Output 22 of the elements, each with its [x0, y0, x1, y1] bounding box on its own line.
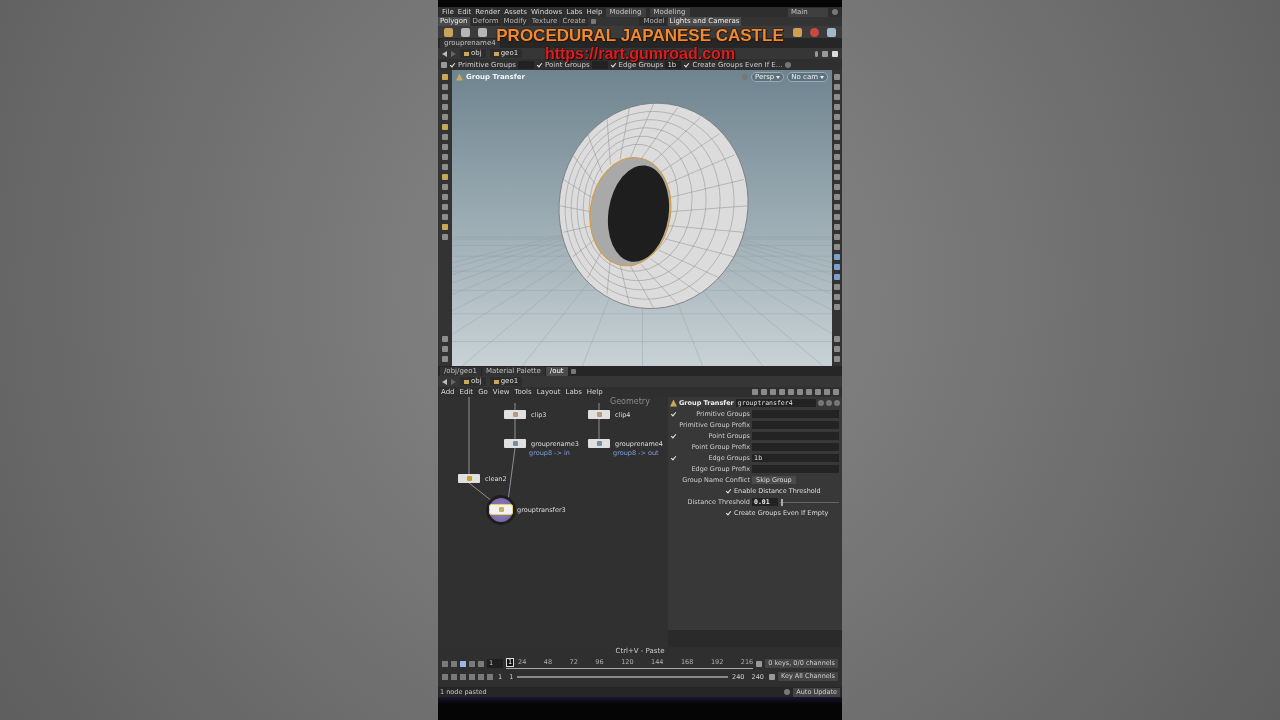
node-wire: [514, 418, 516, 440]
node-type-icon: [456, 73, 463, 81]
add-tab-button[interactable]: [570, 368, 576, 374]
node-wire: [598, 418, 600, 440]
slider-handle[interactable]: [781, 498, 784, 506]
caret-icon: [776, 75, 781, 79]
add-tab-button[interactable]: [590, 19, 596, 24]
caret-icon: [820, 75, 824, 79]
network-context-label: Geometry: [610, 397, 650, 407]
group-field[interactable]: [518, 60, 534, 69]
node-wire: [514, 402, 516, 411]
node-tile[interactable]: [588, 410, 610, 419]
node-tile[interactable]: [490, 505, 512, 514]
node-tile[interactable]: [458, 474, 480, 483]
node-type-icon: [670, 399, 677, 407]
node-tile[interactable]: [504, 410, 526, 419]
node-tile[interactable]: [588, 439, 610, 448]
node-wire: [598, 402, 600, 411]
node-wire: [468, 482, 493, 502]
range-bar[interactable]: [517, 675, 729, 678]
node-tile[interactable]: [504, 439, 526, 448]
group-field[interactable]: [591, 60, 608, 69]
